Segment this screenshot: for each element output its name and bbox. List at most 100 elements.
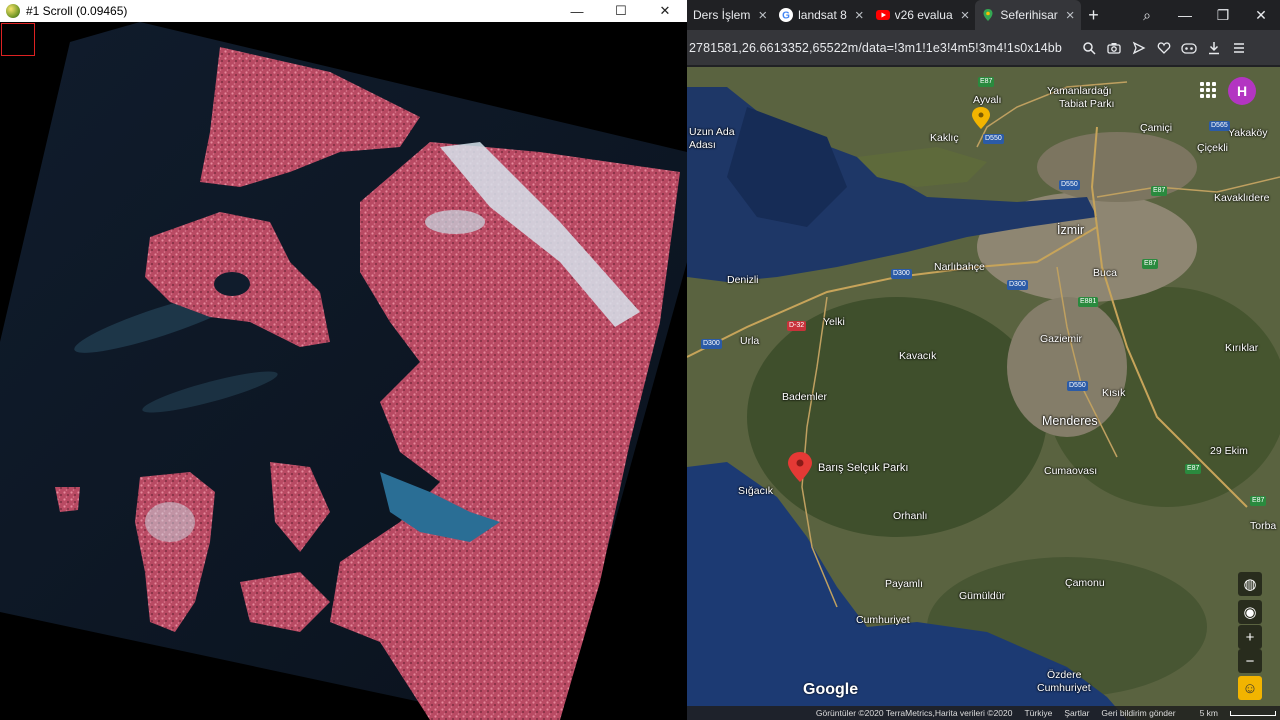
- feedback-link[interactable]: Geri bildirim gönder: [1101, 708, 1175, 718]
- terms-link[interactable]: Şartlar: [1064, 708, 1089, 718]
- map-label[interactable]: Payamlı: [885, 578, 923, 590]
- map-imagery: [687, 67, 1280, 720]
- map-label[interactable]: Sığacık: [738, 485, 773, 497]
- satellite-image-canvas[interactable]: [0, 22, 687, 720]
- map-label[interactable]: Buca: [1093, 267, 1117, 279]
- map-label[interactable]: Çamonu: [1065, 577, 1105, 589]
- map-label[interactable]: Kırıklar: [1225, 342, 1258, 354]
- map-label[interactable]: Yamanlardağı: [1047, 85, 1112, 97]
- tab-close-icon[interactable]: ×: [961, 7, 970, 24]
- map-label[interactable]: Denizli: [727, 274, 759, 286]
- window-title: #1 Scroll (0.09465): [26, 4, 128, 18]
- google-icon: G: [779, 8, 794, 22]
- extension-icon[interactable]: [1176, 35, 1201, 60]
- restore-button[interactable]: ❐: [1204, 7, 1242, 24]
- tab-close-icon[interactable]: ×: [1066, 7, 1075, 24]
- map-label[interactable]: Cumhuriyet: [1037, 682, 1091, 694]
- close-button[interactable]: ✕: [1242, 7, 1280, 24]
- map-label[interactable]: Cumhuriyet: [856, 614, 910, 626]
- url-field[interactable]: 2781581,26.6613352,65522m/data=!3m1!1e3!…: [687, 41, 1072, 55]
- browser-window: Ders İşlem × G landsat 8 × v26 evalua × …: [687, 0, 1280, 720]
- map-label[interactable]: Urla: [740, 335, 759, 347]
- map-label[interactable]: Kavaklıdere: [1214, 192, 1269, 204]
- road-shield: E87: [1151, 186, 1168, 196]
- map-label[interactable]: İzmir: [1057, 223, 1084, 237]
- my-location-icon[interactable]: ◉: [1238, 600, 1262, 624]
- map-label[interactable]: Barış Selçuk Parkı: [818, 462, 908, 474]
- tab-label: Ders İşlem: [693, 8, 751, 22]
- send-icon[interactable]: [1126, 35, 1151, 60]
- minimize-button[interactable]: —: [555, 0, 599, 22]
- heart-icon[interactable]: [1151, 35, 1176, 60]
- tab-landsat[interactable]: G landsat 8 ×: [773, 0, 869, 30]
- zoom-in-button[interactable]: +: [1238, 625, 1262, 649]
- download-icon[interactable]: [1201, 35, 1226, 60]
- imagery-credit: Görüntüler ©2020 TerraMetrics,Harita ver…: [815, 708, 1013, 718]
- map-label[interactable]: Gaziemir: [1040, 333, 1082, 345]
- tab-youtube[interactable]: v26 evalua ×: [870, 0, 976, 30]
- tab-close-icon[interactable]: ×: [758, 7, 767, 24]
- tab-strip: Ders İşlem × G landsat 8 × v26 evalua × …: [687, 0, 1280, 30]
- minimize-button[interactable]: —: [1166, 7, 1204, 23]
- window-titlebar[interactable]: #1 Scroll (0.09465) — ☐ ✕: [0, 0, 687, 22]
- road-shield: D550: [1067, 381, 1088, 391]
- map-label[interactable]: Gümüldür: [959, 590, 1005, 602]
- road-shield: D300: [891, 269, 912, 279]
- road-shield: D300: [1007, 280, 1028, 290]
- map-label[interactable]: Menderes: [1042, 414, 1098, 428]
- map-label[interactable]: Kısık: [1102, 387, 1125, 399]
- road-shield: E87: [978, 77, 995, 87]
- scale-bar: [1230, 711, 1276, 716]
- zoom-out-button[interactable]: −: [1238, 649, 1262, 673]
- tab-ders[interactable]: Ders İşlem ×: [687, 0, 773, 30]
- maps-icon: [983, 9, 993, 21]
- tab-tools: ⌕ — ❐ ✕: [1128, 7, 1280, 24]
- map-label[interactable]: Uzun Ada: [689, 126, 735, 138]
- map-label[interactable]: Yelki: [823, 316, 845, 328]
- road-shield: D300: [701, 339, 722, 349]
- svg-text:G: G: [782, 11, 790, 22]
- map-label[interactable]: 29 Ekim: [1210, 445, 1248, 457]
- map-label[interactable]: Kavacık: [899, 350, 936, 362]
- tab-search-icon[interactable]: ⌕: [1128, 7, 1166, 24]
- road-shield: D550: [983, 134, 1004, 144]
- maximize-button[interactable]: ☐: [599, 0, 643, 22]
- map-label[interactable]: Çamiçi: [1140, 122, 1172, 134]
- map-label[interactable]: Yakaköy: [1228, 127, 1268, 139]
- new-tab-button[interactable]: +: [1081, 5, 1107, 26]
- menu-icon[interactable]: [1226, 35, 1251, 60]
- map-label[interactable]: Özdere: [1047, 669, 1081, 681]
- map-label[interactable]: Narlıbahçe: [934, 261, 985, 273]
- zoom-locator-box[interactable]: [1, 23, 35, 56]
- road-shield: D-32: [787, 321, 807, 331]
- tab-label: landsat 8: [798, 8, 847, 22]
- pegman-icon[interactable]: ☺: [1238, 676, 1262, 700]
- country-link[interactable]: Türkiye: [1024, 708, 1052, 718]
- map-label[interactable]: Bademler: [782, 391, 827, 403]
- map-label[interactable]: Orhanlı: [893, 510, 927, 522]
- road-shield: E87: [1142, 259, 1159, 269]
- account-avatar[interactable]: H: [1228, 77, 1256, 105]
- map-label[interactable]: Çiçekli: [1197, 142, 1228, 154]
- satellite-map[interactable]: Yamanlardağı Tabiat Parkı Ayvalı Kaklıç …: [687, 67, 1280, 720]
- road-shield: E87: [1185, 464, 1202, 474]
- close-button[interactable]: ✕: [643, 0, 687, 22]
- map-label[interactable]: Kaklıç: [930, 132, 959, 144]
- scale-label[interactable]: 5 km: [1188, 708, 1276, 718]
- globe-icon[interactable]: ◍: [1238, 572, 1262, 596]
- map-label[interactable]: Adası: [689, 139, 716, 151]
- map-label[interactable]: Torba: [1250, 520, 1276, 532]
- camera-icon[interactable]: [1101, 35, 1126, 60]
- road-shield: D565: [1209, 121, 1230, 131]
- address-bar: 2781581,26.6613352,65522m/data=!3m1!1e3!…: [687, 30, 1280, 66]
- map-label[interactable]: Cumaovası: [1044, 465, 1097, 477]
- tab-maps[interactable]: Seferihisar ×: [975, 0, 1081, 30]
- tab-close-icon[interactable]: ×: [855, 7, 864, 24]
- address-bar-icons: [1076, 35, 1251, 60]
- youtube-icon: [875, 10, 890, 20]
- map-label[interactable]: Tabiat Parkı: [1059, 98, 1114, 110]
- search-icon[interactable]: [1076, 35, 1101, 60]
- map-label[interactable]: Ayvalı: [973, 94, 1001, 106]
- apps-grid-icon[interactable]: [1200, 82, 1216, 98]
- landsat-false-color-image: [0, 22, 687, 720]
